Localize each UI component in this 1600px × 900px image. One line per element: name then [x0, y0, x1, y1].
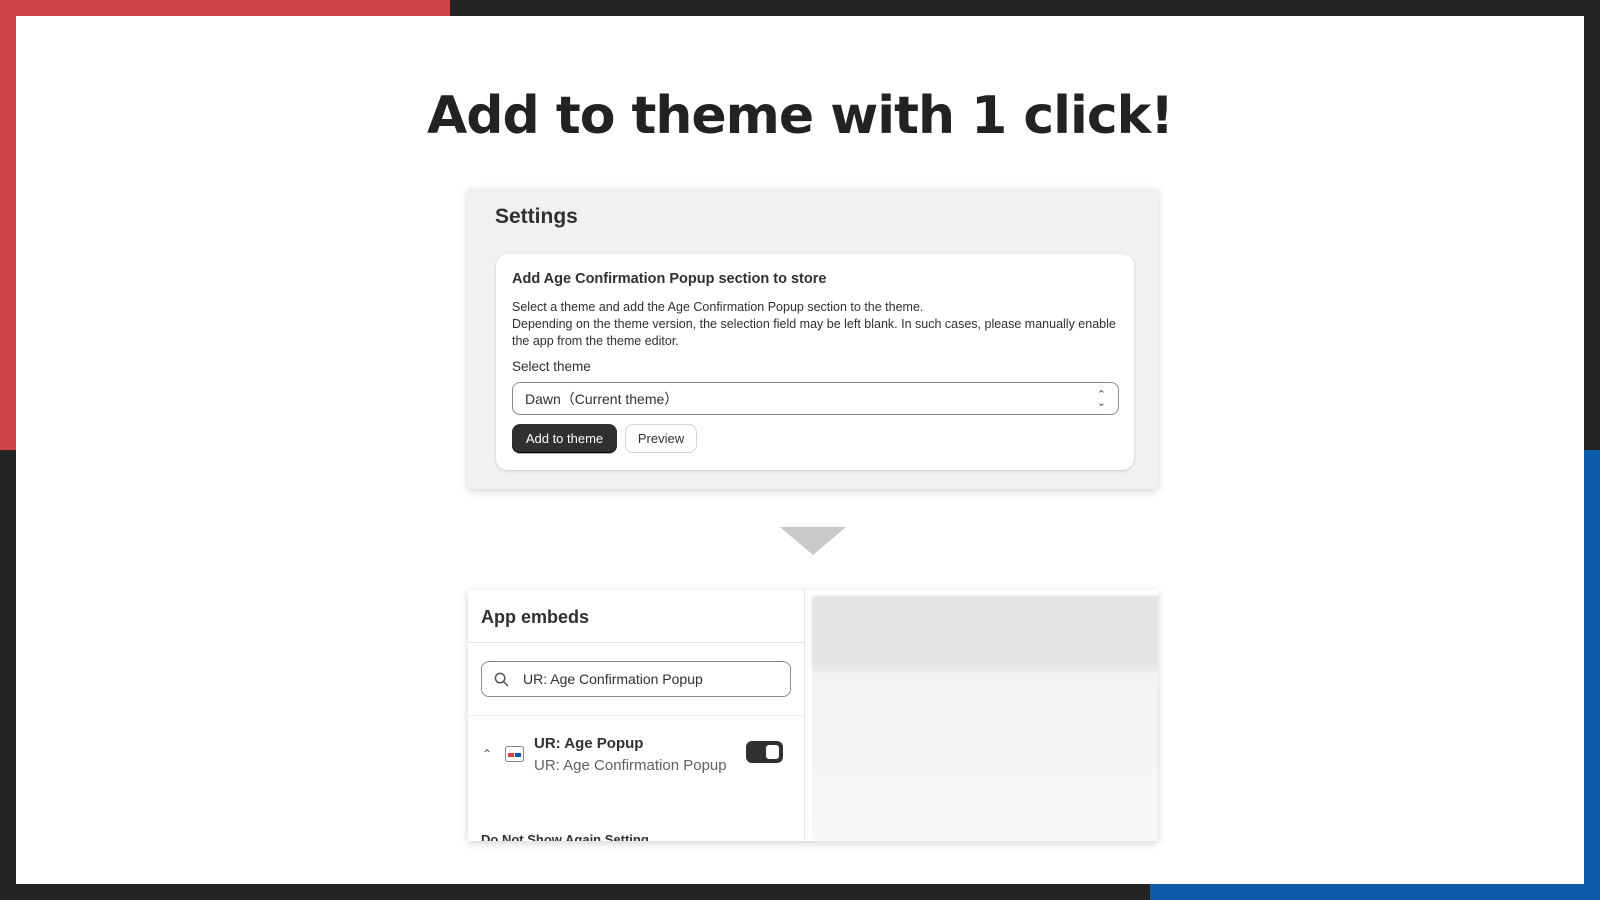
- select-theme-label: Select theme: [512, 359, 591, 374]
- headline: Add to theme with 1 click!: [427, 86, 1174, 146]
- app-embeds-title: App embeds: [481, 607, 590, 627]
- card-description: Select a theme and add the Age Confirmat…: [512, 299, 1117, 350]
- add-to-theme-button[interactable]: Add to theme: [512, 424, 617, 453]
- app-embeds-panel: App embeds UR: Age Confirmation Popup ⌃ …: [468, 590, 805, 841]
- embed-item-subtitle: UR: Age Confirmation Popup: [534, 757, 727, 774]
- search-icon: [494, 672, 509, 686]
- chevron-up-icon[interactable]: ⌃: [482, 747, 492, 761]
- divider: [468, 642, 805, 643]
- app-embeds-search-input[interactable]: UR: Age Confirmation Popup: [481, 661, 791, 697]
- toggle-knob: [766, 745, 779, 759]
- divider: [468, 715, 805, 716]
- app-embeds-screenshot: App embeds UR: Age Confirmation Popup ⌃ …: [468, 590, 1158, 841]
- settings-title: Settings: [495, 205, 578, 228]
- slide-canvas: Add to theme with 1 click! Settings Add …: [16, 16, 1584, 884]
- theme-preview-area: [812, 596, 1158, 841]
- theme-select-value: Dawn（Current theme）: [525, 390, 679, 407]
- preview-header: [812, 596, 1158, 666]
- add-section-card: Add Age Confirmation Popup section to st…: [496, 254, 1134, 470]
- preview-button[interactable]: Preview: [625, 424, 697, 453]
- select-chevron-icon: ⌃ ⌄: [1096, 388, 1106, 409]
- embed-item-name: UR: Age Popup: [534, 735, 644, 752]
- truncated-setting-label: Do Not Show Again Setting: [481, 832, 649, 841]
- card-description-line-1: Select a theme and add the Age Confirmat…: [512, 300, 924, 314]
- search-value: UR: Age Confirmation Popup: [523, 671, 703, 687]
- embed-enable-toggle[interactable]: [746, 741, 783, 763]
- card-description-line-2: Depending on the theme version, the sele…: [512, 317, 1116, 348]
- app-block-icon: [505, 746, 524, 762]
- theme-select[interactable]: Dawn（Current theme） ⌃ ⌄: [512, 382, 1119, 415]
- card-heading: Add Age Confirmation Popup section to st…: [512, 271, 827, 287]
- down-triangle-icon: [780, 527, 846, 555]
- settings-screenshot: Settings Add Age Confirmation Popup sect…: [468, 189, 1158, 489]
